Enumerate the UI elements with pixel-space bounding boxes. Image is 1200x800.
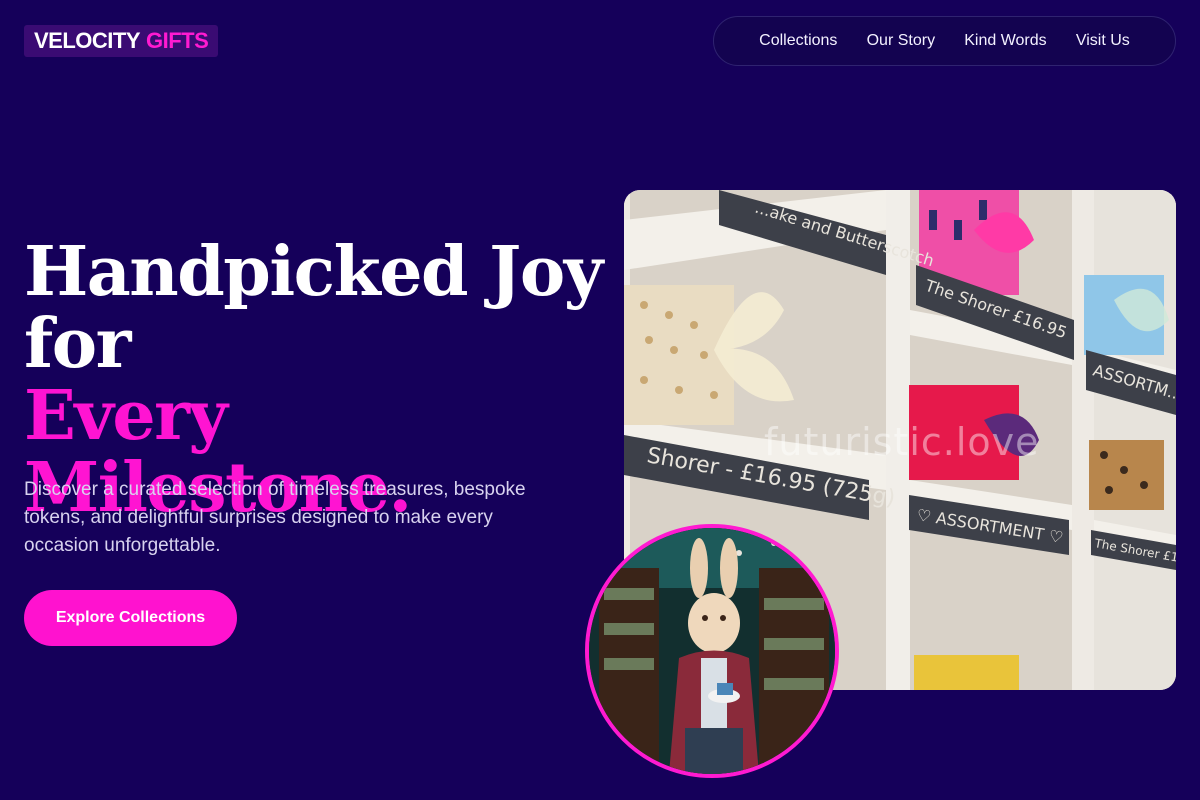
brand-logo[interactable]: VELOCITY GIFTS <box>24 25 219 57</box>
brand-name-part1: VELOCITY <box>34 28 141 53</box>
photo-watermark: futuristic.love <box>764 420 1040 464</box>
shop-interior-photo <box>585 524 839 778</box>
explore-collections-button[interactable]: Explore Collections <box>24 590 237 646</box>
nav-item-collections[interactable]: Collections <box>759 32 837 50</box>
hero-subtitle: Discover a curated selection of timeless… <box>24 479 526 556</box>
nav-item-kind-words[interactable]: Kind Words <box>964 32 1046 50</box>
nav-item-our-story[interactable]: Our Story <box>867 32 935 50</box>
brand-name-part2: GIFTS <box>146 28 209 53</box>
main-nav: Collections Our Story Kind Words Visit U… <box>713 16 1176 66</box>
rabbit-figure-illustration <box>589 528 835 774</box>
hero-headline-main: Handpicked Joy for <box>24 232 603 384</box>
nav-item-visit-us[interactable]: Visit Us <box>1076 32 1130 50</box>
